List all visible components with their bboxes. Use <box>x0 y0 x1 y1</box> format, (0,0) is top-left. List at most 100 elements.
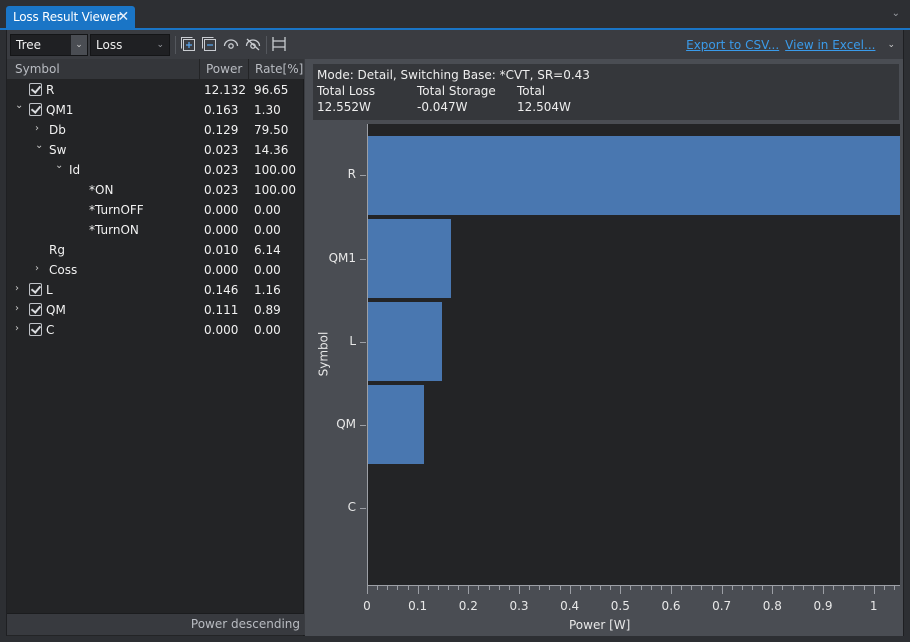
chevron-right-icon[interactable]: › <box>35 263 45 274</box>
row-rate: 1.30 <box>254 103 281 117</box>
loss-tree-pane: Symbol Power Rate[%] R 12.132 96.65 ⌄ QM1 0.1… <box>7 59 304 636</box>
tree-row[interactable]: ⌄ Id 0.023 100.00 <box>7 160 304 180</box>
row-symbol: Id <box>69 163 81 177</box>
x-minor-tick <box>498 586 500 590</box>
x-minor-tick <box>640 586 642 590</box>
tree-header: Symbol Power Rate[%] <box>7 59 304 79</box>
tree-row[interactable]: *TurnON 0.000 0.00 <box>7 220 304 240</box>
tree-row[interactable]: Rg 0.010 6.14 <box>7 240 304 260</box>
y-tick <box>360 258 366 260</box>
tree-row[interactable]: ⌄ QM1 0.163 1.30 <box>7 100 304 120</box>
bar-qm[interactable] <box>368 385 425 465</box>
row-checkbox[interactable] <box>29 323 42 336</box>
tree-row[interactable]: *ON 0.023 100.00 <box>7 180 304 200</box>
chevron-down-icon[interactable]: ⌄ <box>35 140 45 151</box>
x-minor-tick <box>387 586 389 590</box>
tree-row[interactable]: R 12.132 96.65 <box>7 80 304 100</box>
column-header-power[interactable]: Power <box>206 62 242 76</box>
x-minor-tick <box>549 586 551 590</box>
column-header-symbol[interactable]: Symbol <box>15 62 60 76</box>
collapse-all-icon[interactable] <box>201 36 217 52</box>
chevron-down-icon[interactable]: ⌄ <box>55 160 65 171</box>
tree-row[interactable]: › Coss 0.000 0.00 <box>7 260 304 280</box>
x-major-tick <box>873 586 875 594</box>
tree-row[interactable]: › C 0.000 0.00 <box>7 320 304 340</box>
row-power: 0.111 <box>204 303 239 317</box>
chevron-down-icon[interactable]: ⌄ <box>15 100 25 111</box>
x-minor-tick <box>812 586 814 590</box>
x-major-tick <box>721 586 723 594</box>
tab-loss-result-viewer[interactable]: Loss Result Viewer ✕ <box>6 6 135 28</box>
x-minor-tick <box>792 586 794 590</box>
row-symbol: *TurnOFF <box>89 203 144 217</box>
row-rate: 79.50 <box>254 123 289 137</box>
total-loss-label: Total Loss <box>317 84 376 98</box>
row-checkbox[interactable] <box>29 283 42 296</box>
tree-row[interactable]: ⌄ Sw 0.023 14.36 <box>7 140 304 160</box>
column-divider[interactable] <box>199 59 200 79</box>
x-major-tick <box>620 586 622 594</box>
result-type-select[interactable]: Loss ⌄ <box>90 34 170 56</box>
tab-strip: Loss Result Viewer ✕ ⌄ <box>0 0 910 28</box>
view-mode-value: Tree <box>16 38 42 52</box>
chevron-right-icon[interactable]: › <box>35 123 45 134</box>
x-minor-tick <box>539 586 541 590</box>
x-minor-tick <box>853 586 855 590</box>
x-axis-title: Power [W] <box>569 618 631 632</box>
mode-line: Mode: Detail, Switching Base: *CVT, SR=0… <box>317 68 590 82</box>
x-minor-tick <box>377 586 379 590</box>
tree-row[interactable]: *TurnOFF 0.000 0.00 <box>7 200 304 220</box>
row-rate: 6.14 <box>254 243 281 257</box>
x-major-tick <box>772 586 774 594</box>
row-checkbox[interactable] <box>29 103 42 116</box>
tree-row[interactable]: › Db 0.129 79.50 <box>7 120 304 140</box>
chevron-right-icon[interactable]: › <box>15 323 25 334</box>
tree-row[interactable]: › QM 0.111 0.89 <box>7 300 304 320</box>
column-header-rate[interactable]: Rate[%] <box>255 62 303 76</box>
row-power: 0.146 <box>204 283 239 297</box>
x-minor-tick <box>448 586 450 590</box>
row-symbol: Sw <box>49 143 67 157</box>
close-icon[interactable]: ✕ <box>117 9 129 25</box>
x-major-tick <box>823 586 824 594</box>
x-tick-label: 0.9 <box>813 599 833 613</box>
row-checkbox[interactable] <box>29 303 42 316</box>
bar-l[interactable] <box>368 302 442 382</box>
row-rate: 96.65 <box>254 83 289 97</box>
row-checkbox[interactable] <box>29 83 42 96</box>
tree-row[interactable]: › L 0.146 1.16 <box>7 280 304 300</box>
x-major-tick <box>367 586 368 594</box>
y-tick-label: C <box>347 499 356 514</box>
row-symbol: Coss <box>49 263 78 277</box>
tab-overflow-chevron-icon[interactable]: ⌄ <box>892 8 900 19</box>
bar-r[interactable] <box>368 136 900 215</box>
y-tick-label: L <box>349 333 356 348</box>
x-major-tick <box>417 586 419 594</box>
tree-rows: R 12.132 96.65 ⌄ QM1 0.163 1.30 › Db 0.129 79.50 ⌄ S… <box>7 80 304 340</box>
view-mode-select[interactable]: Tree ⌄ <box>10 34 88 56</box>
x-minor-tick <box>579 586 581 590</box>
more-options-chevron-icon[interactable]: ⌄ <box>887 40 895 50</box>
viewer-window: Tree ⌄ Loss ⌄ Export to CSV... View in E… <box>6 30 904 636</box>
y-tick <box>360 507 366 509</box>
row-power: 0.000 <box>204 263 239 277</box>
bar-qm1[interactable] <box>368 219 451 298</box>
x-tick-label: 0.2 <box>458 599 478 613</box>
x-minor-tick <box>508 586 510 590</box>
toolbar-divider <box>175 36 176 54</box>
view-in-excel-link[interactable]: View in Excel... <box>785 38 875 52</box>
row-rate: 1.16 <box>254 283 281 297</box>
column-divider[interactable] <box>248 59 249 79</box>
fit-columns-icon[interactable] <box>271 36 287 52</box>
row-power: 0.010 <box>204 243 239 257</box>
export-csv-link[interactable]: Export to CSV... <box>686 38 779 52</box>
x-minor-tick <box>589 586 591 590</box>
x-minor-tick <box>660 586 662 590</box>
chevron-right-icon[interactable]: › <box>15 303 25 314</box>
row-symbol: Rg <box>49 243 65 257</box>
chevron-right-icon[interactable]: › <box>15 283 25 294</box>
hide-icon[interactable] <box>245 36 261 52</box>
chevron-down-icon[interactable]: ⌄ <box>71 35 87 55</box>
show-icon[interactable] <box>223 36 239 52</box>
expand-all-icon[interactable] <box>180 36 196 52</box>
